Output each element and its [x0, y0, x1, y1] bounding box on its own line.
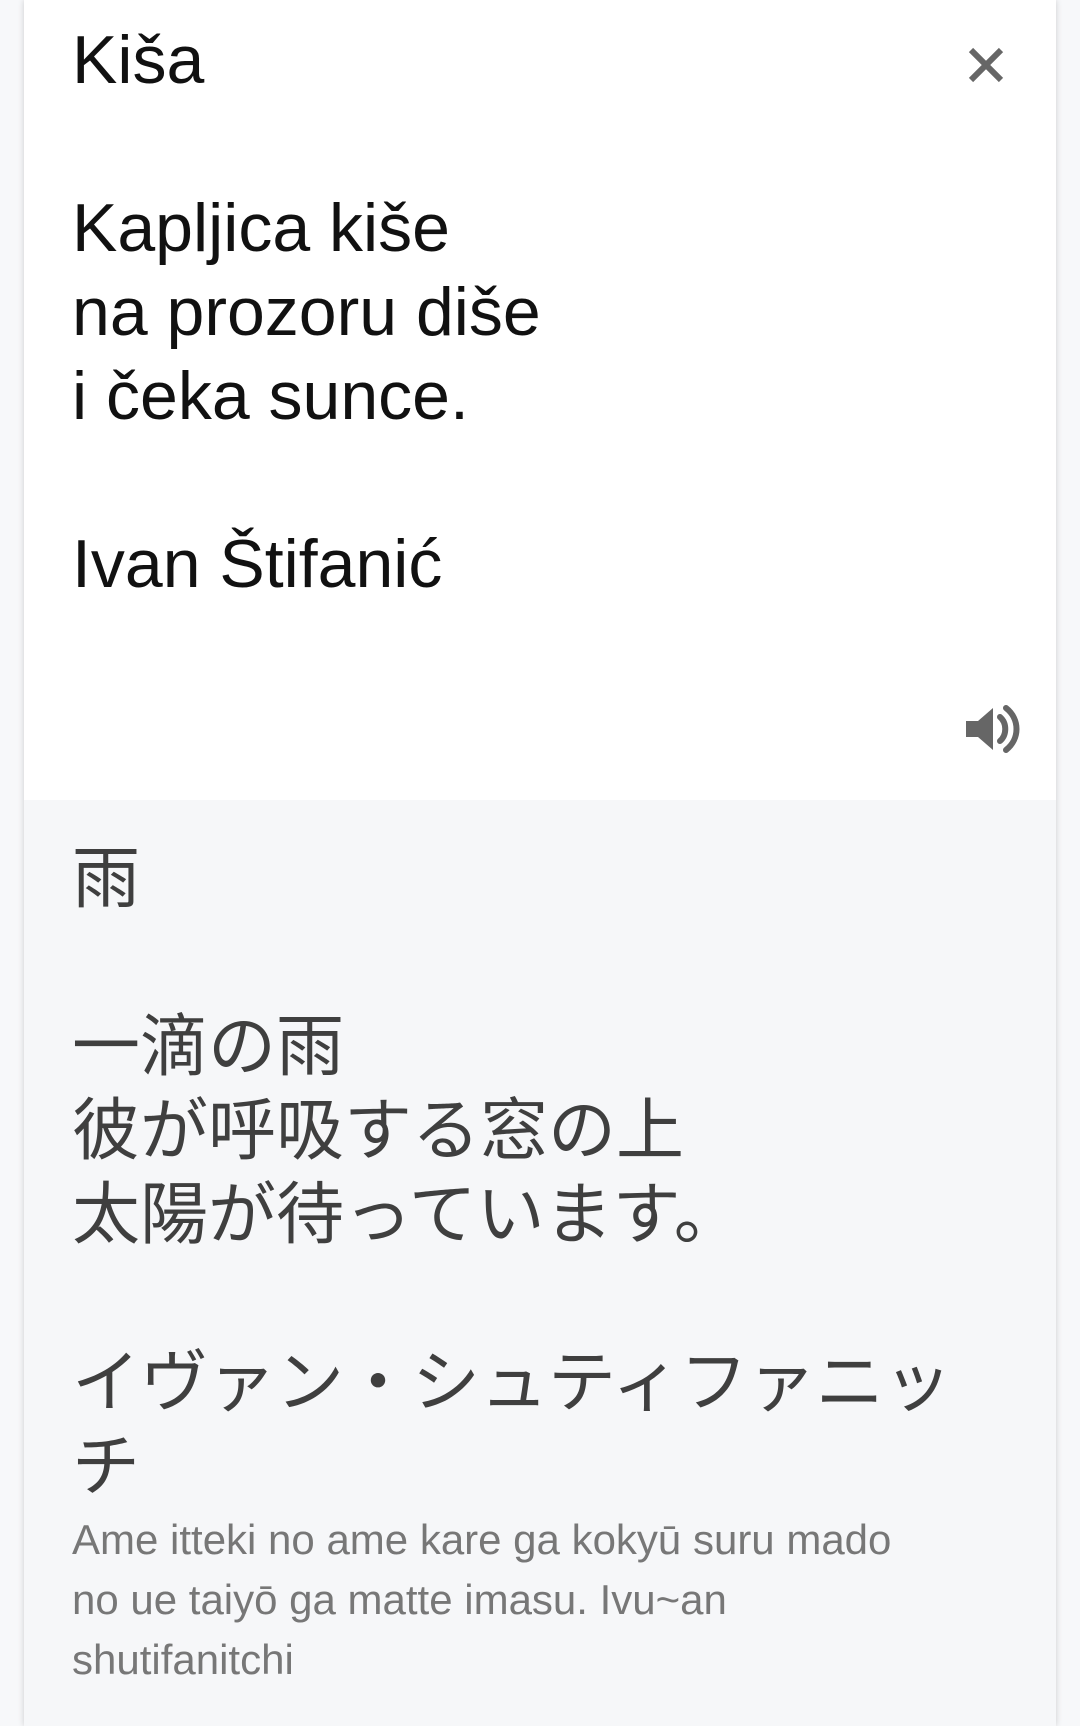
- translation-screen: Kiša Kapljica kiše na prozoru diše i ček…: [0, 0, 1080, 1726]
- close-button[interactable]: [949, 28, 1023, 102]
- close-icon: [968, 47, 1004, 83]
- listen-source-button[interactable]: [948, 690, 1026, 768]
- source-text[interactable]: Kiša Kapljica kiše na prozoru diše i ček…: [72, 18, 952, 606]
- translation-result-area: 雨 一滴の雨 彼が呼吸する窓の上 太陽が待っています。 イヴァン・シュティファニ…: [24, 800, 1056, 1726]
- source-text-card: Kiša Kapljica kiše na prozoru diše i ček…: [24, 0, 1056, 802]
- right-edge: [1056, 0, 1080, 1726]
- speaker-icon: [966, 705, 1020, 753]
- left-edge: [0, 0, 24, 1726]
- translated-text[interactable]: 雨 一滴の雨 彼が呼吸する窓の上 太陽が待っています。 イヴァン・シュティファニ…: [72, 838, 1012, 1510]
- translation-sheet: Kiša Kapljica kiše na prozoru diše i ček…: [24, 0, 1056, 1726]
- romanization-text: Ame itteki no ame kare ga kokyū suru mad…: [72, 1516, 892, 1683]
